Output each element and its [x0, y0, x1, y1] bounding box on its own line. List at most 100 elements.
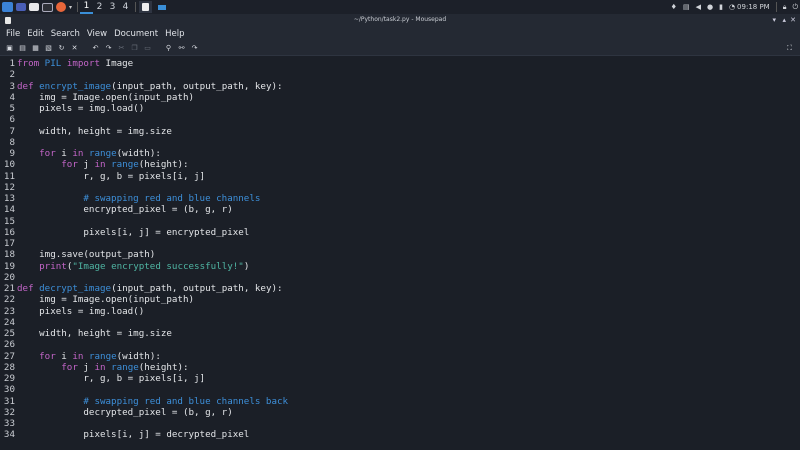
lock-icon[interactable]: 🔒︎	[783, 3, 787, 12]
line-number: 25	[3, 328, 15, 339]
paste-icon[interactable]: ▭	[141, 42, 154, 55]
code-line: width, height = img.size	[17, 328, 288, 339]
menu-edit[interactable]: Edit	[27, 29, 43, 39]
go-to-line-icon[interactable]: ↷	[188, 42, 201, 55]
line-number: 6	[9, 114, 15, 126]
line-number: 21	[3, 283, 15, 294]
kali-menu-icon[interactable]	[2, 1, 13, 13]
terminal-icon[interactable]	[42, 1, 53, 13]
toolbar: ▣ ▤ ▦ ▧ ↻ ✕ ↶ ↷ ✂ ❐ ▭ ⚲ ⚯ ↷ ⛶	[0, 41, 800, 56]
workspace-3[interactable]: 3	[106, 1, 119, 13]
window-icon[interactable]	[155, 1, 168, 13]
code-token: for	[61, 159, 84, 171]
code-line: width, height = img.size	[17, 126, 288, 137]
menu-bar: File Edit Search View Document Help	[0, 27, 800, 41]
code-token: range	[111, 159, 139, 171]
line-number: 4	[9, 91, 15, 103]
reload-icon[interactable]: ↻	[55, 42, 68, 55]
line-number: 5	[9, 103, 15, 114]
desktop-icon[interactable]	[16, 1, 26, 13]
power-icon[interactable]: ⏻	[792, 3, 798, 12]
code-token: (input_path, output_path, key):	[111, 80, 283, 92]
code-token: (input_path, output_path, key):	[111, 283, 283, 294]
menu-file[interactable]: File	[6, 29, 20, 39]
chevron-down-icon[interactable]: ▾	[69, 1, 72, 13]
code-token: for	[61, 361, 84, 373]
copy-icon[interactable]: ❐	[128, 42, 141, 55]
clock[interactable]: ◔ 09:18 PM	[729, 3, 770, 11]
code-token: encrypt_image	[39, 80, 112, 92]
mousepad-icon[interactable]	[139, 1, 153, 13]
line-number-gutter: 1 2 3 4 5 6 7 8 9 10 11 12 13 14 15 16 17 18 19 20 21 22 23 24 2…	[0, 58, 15, 441]
code-token: # swapping red and blue channels back	[83, 395, 289, 407]
files-icon[interactable]	[29, 1, 39, 13]
volume-icon[interactable]: ◀	[696, 3, 701, 11]
open-icon[interactable]: ▤	[16, 42, 29, 55]
line-number: 33	[3, 418, 15, 429]
panel-divider	[77, 2, 79, 12]
line-number: 30	[3, 384, 15, 396]
new-file-icon[interactable]: ▣	[3, 42, 16, 55]
close-icon[interactable]: ✕	[68, 42, 81, 55]
bluetooth-icon[interactable]: ♦	[671, 3, 677, 11]
battery-icon[interactable]: ▮	[719, 3, 723, 11]
panel-divider	[775, 2, 777, 12]
workspace-4[interactable]: 4	[119, 1, 132, 13]
close-window-icon[interactable]: ✕	[790, 16, 796, 24]
maximize-icon[interactable]: ▴	[782, 16, 786, 24]
window-title: ~/Python/task2.py - Mousepad	[353, 16, 447, 23]
code-line: from PIL import Image	[17, 58, 288, 69]
line-number: 18	[3, 249, 15, 261]
line-number: 32	[3, 406, 15, 418]
line-number: 26	[3, 339, 15, 351]
code-line: for j in range(height):	[17, 159, 288, 170]
code-token: (height):	[138, 159, 189, 171]
code-token: for	[39, 148, 62, 159]
code-token: width, height = img.size	[17, 125, 172, 137]
save-icon[interactable]: ▦	[29, 42, 42, 55]
code-token: range	[88, 148, 117, 159]
line-number: 22	[3, 294, 15, 306]
code-token: in	[94, 361, 112, 373]
workspace-1[interactable]: 1	[80, 0, 94, 14]
fullscreen-icon[interactable]: ⛶	[783, 42, 796, 55]
code-token: (height):	[138, 361, 189, 373]
code-editor[interactable]: 1 2 3 4 5 6 7 8 9 10 11 12 13 14 15 16 17 18 19 20 21 22 23 24 2…	[0, 56, 800, 450]
redo-icon[interactable]: ↷	[102, 42, 115, 55]
line-number: 8	[9, 136, 15, 148]
minimize-icon[interactable]: ▾	[772, 16, 776, 24]
save-as-icon[interactable]: ▧	[42, 42, 55, 55]
menu-document[interactable]: Document	[114, 29, 158, 39]
network-icon[interactable]: ▤	[683, 3, 690, 11]
undo-icon[interactable]: ↶	[89, 42, 102, 55]
firefox-icon[interactable]	[56, 1, 66, 13]
workspace-2[interactable]: 2	[93, 1, 106, 13]
code-line: decrypted_pixel = (b, g, r)	[17, 407, 288, 418]
line-number: 24	[3, 316, 15, 328]
menu-search[interactable]: Search	[51, 29, 80, 39]
line-number: 16	[3, 226, 15, 238]
cut-icon[interactable]: ✂	[115, 42, 128, 55]
top-panel: ▾ 1 2 3 4 ♦ ▤ ◀ ● ▮ ◔ 09:18 PM 🔒︎ ⏻	[0, 0, 800, 14]
code-token: pixels[i, j] = encrypted_pixel	[17, 226, 250, 238]
menu-help[interactable]: Help	[165, 29, 184, 39]
line-number: 28	[3, 361, 15, 373]
search-icon[interactable]: ⚲	[162, 42, 175, 55]
code-token: j	[83, 159, 95, 171]
find-replace-icon[interactable]: ⚯	[175, 42, 188, 55]
code-token: )	[243, 260, 250, 272]
code-token: r, g, b = pixels[i, j]	[17, 170, 206, 182]
code-token: i	[61, 148, 73, 159]
notifications-icon[interactable]: ●	[707, 3, 713, 11]
code-line: for i in range(width):	[17, 148, 288, 159]
menu-view[interactable]: View	[87, 29, 107, 39]
code-area[interactable]: from PIL import Image def encrypt_image(i…	[17, 58, 288, 441]
